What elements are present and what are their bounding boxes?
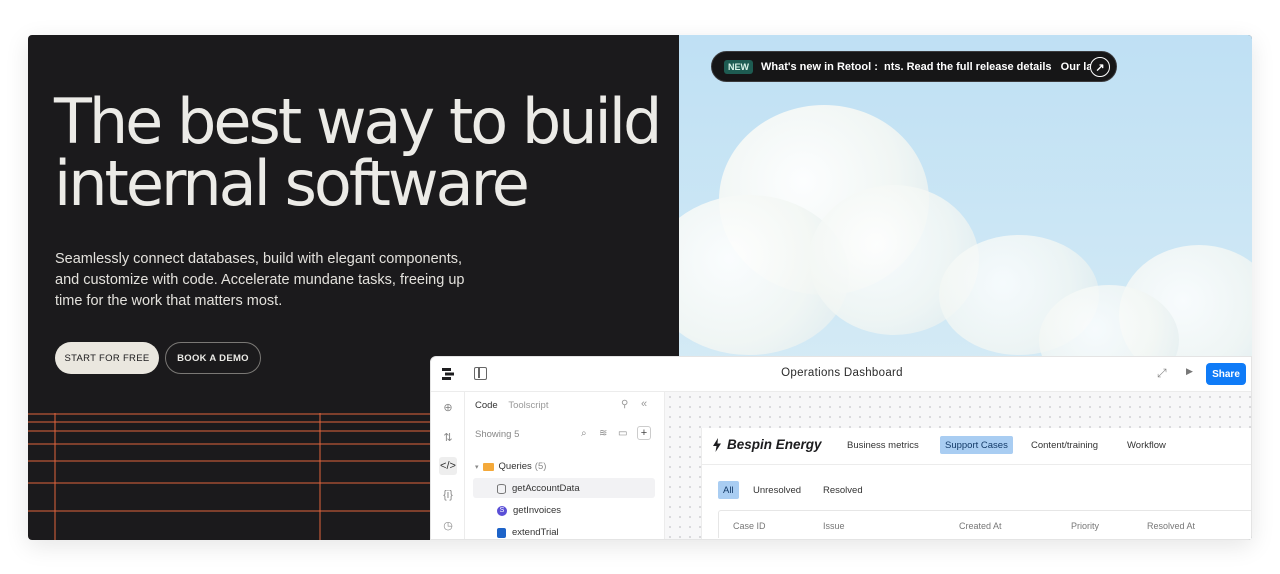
hero-title: The best way to build internal software <box>54 91 674 215</box>
left-rail: ⊕ ⇅ </> {i} ◷ <box>431 392 465 539</box>
canvas-area: Bespin Energy Business metrics Support C… <box>665 392 1251 539</box>
history-icon[interactable]: ◷ <box>439 516 457 534</box>
list-item[interactable]: getAccountData <box>497 483 580 494</box>
folder-icon[interactable]: ▭ <box>618 428 627 439</box>
filter-unresolved[interactable]: Unresolved <box>748 481 806 499</box>
divider <box>702 464 1251 465</box>
showing-count: Showing 5 <box>475 429 520 440</box>
queries-count: (5) <box>534 461 547 472</box>
new-badge: NEW <box>724 59 753 74</box>
book-a-demo-button[interactable]: BOOK A DEMO <box>165 342 261 374</box>
list-item[interactable]: extendTrial <box>497 527 559 538</box>
dashboard-topbar: Operations Dashboard ⤢ ▶ Share <box>431 357 1251 392</box>
hero-subtitle: Seamlessly connect databases, build with… <box>55 251 465 309</box>
brand-logo: Bespin Energy <box>712 437 822 452</box>
hero-card: The best way to build internal software … <box>28 35 1252 540</box>
code-tabs: Code Toolscript <box>475 400 548 411</box>
column-header[interactable]: Case ID <box>733 521 766 531</box>
stripe-icon: S <box>497 505 507 516</box>
dashboard-title: Operations Dashboard <box>781 367 903 379</box>
hero-title-line-1: The best way to build <box>54 85 662 158</box>
pin-icon[interactable]: ⚲ <box>621 399 628 410</box>
nav-workflow[interactable]: Workflow <box>1122 436 1171 454</box>
query-name: getInvoices <box>513 505 562 516</box>
search-icon[interactable]: ⌕ <box>581 428 587 439</box>
nav-content-training[interactable]: Content/training <box>1026 436 1103 454</box>
app-preview: Bespin Energy Business metrics Support C… <box>701 428 1251 539</box>
folder-icon <box>482 462 494 471</box>
query-name: getAccountData <box>512 483 580 494</box>
nav-business-metrics[interactable]: Business metrics <box>842 436 924 454</box>
start-for-free-button[interactable]: START FOR FREE <box>55 342 159 374</box>
column-header[interactable]: Priority <box>1071 521 1099 531</box>
query-name: extendTrial <box>512 527 559 538</box>
play-icon[interactable]: ▶ <box>1186 366 1193 377</box>
share-button[interactable]: Share <box>1206 363 1246 385</box>
bolt-icon <box>713 437 721 452</box>
add-query-button[interactable]: + <box>637 426 651 440</box>
collapse-icon[interactable]: « <box>641 398 647 410</box>
tab-toolscript[interactable]: Toolscript <box>508 400 548 411</box>
column-header[interactable]: Issue <box>823 521 845 531</box>
expand-icon[interactable]: ⤢ <box>1157 366 1167 381</box>
cases-table-header: Case ID Issue Created At Priority Resolv… <box>718 510 1251 538</box>
chevron-down-icon: ▾ <box>475 463 479 471</box>
filter-all[interactable]: All <box>718 481 739 499</box>
list-item[interactable]: S getInvoices <box>497 505 561 516</box>
brand-name: Bespin Energy <box>727 437 822 452</box>
column-header[interactable]: Resolved At <box>1147 521 1195 531</box>
api-icon <box>497 527 506 538</box>
announcement-text: What's new in Retool : nts. Read the ful… <box>761 60 1109 73</box>
column-header[interactable]: Created At <box>959 521 1002 531</box>
tree-icon[interactable]: ⇅ <box>439 428 457 446</box>
filter-icon[interactable]: ≋ <box>599 428 607 439</box>
announcement-banner[interactable]: NEW What's new in Retool : nts. Read the… <box>711 51 1117 82</box>
database-icon <box>497 483 506 494</box>
nav-support-cases[interactable]: Support Cases <box>940 436 1013 454</box>
arrow-up-right-icon[interactable]: ↗ <box>1090 57 1110 77</box>
add-component-icon[interactable]: ⊕ <box>439 398 457 416</box>
filter-resolved[interactable]: Resolved <box>818 481 868 499</box>
queries-folder[interactable]: ▾ Queries (5) <box>475 461 546 472</box>
tab-code[interactable]: Code <box>475 400 498 411</box>
code-panel: Code Toolscript ⚲ « Showing 5 ⌕ ≋ ▭ + ▾ … <box>465 392 665 539</box>
code-icon[interactable]: </> <box>439 457 457 475</box>
state-icon[interactable]: {i} <box>439 486 457 504</box>
dashboard-window: Operations Dashboard ⤢ ▶ Share ⊕ ⇅ </> {… <box>430 356 1252 540</box>
hero-title-line-2: internal software <box>54 147 530 220</box>
queries-label: Queries <box>498 461 532 472</box>
